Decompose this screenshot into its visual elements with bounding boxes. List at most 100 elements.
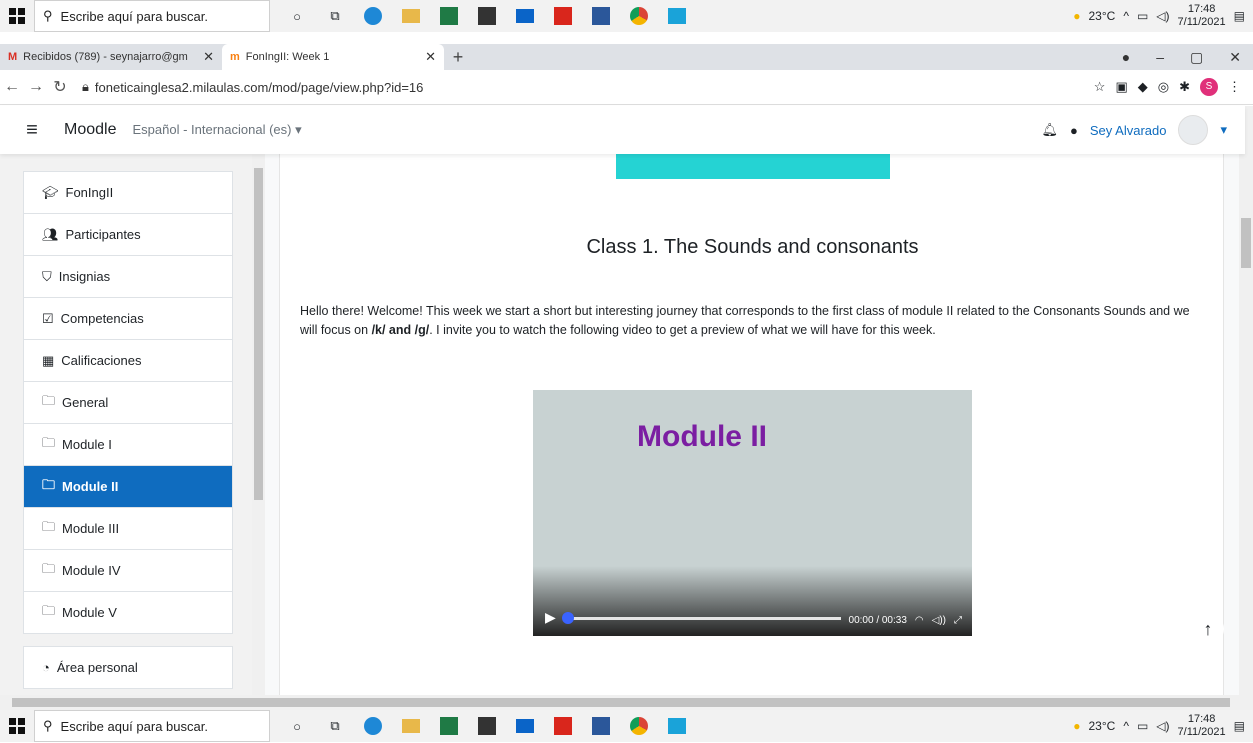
edge-icon[interactable]	[354, 710, 392, 742]
tab-close-icon[interactable]: ✕	[425, 49, 436, 65]
moodle-brand[interactable]: Moodle	[64, 121, 116, 139]
playback-speed-icon[interactable]: ◠	[915, 615, 924, 626]
battery-icon[interactable]: ▭	[1137, 719, 1148, 733]
profile-menu-icon[interactable]: ●	[1122, 49, 1130, 65]
profile-avatar[interactable]: S	[1200, 78, 1218, 96]
weather-icon[interactable]: ●	[1073, 719, 1080, 733]
excel-icon[interactable]	[430, 710, 468, 742]
horizontal-scrollbar-thumb[interactable]	[12, 698, 1230, 707]
weather-icon[interactable]: ●	[1073, 9, 1080, 23]
taskbar-clock[interactable]: 17:48 7/11/2021	[1178, 3, 1226, 29]
taskbar-clock[interactable]: 17:48 7/11/2021	[1178, 713, 1226, 739]
sidebar-item-module-i[interactable]: 🗀︎ Module I	[23, 423, 233, 466]
video-progress-bar[interactable]	[561, 612, 841, 624]
drawer-scrollbar-thumb[interactable]	[254, 168, 263, 500]
excel-icon[interactable]	[430, 0, 468, 32]
back-to-top-button[interactable]: ↑	[1192, 613, 1224, 645]
sidebar-item-module-iii[interactable]: 🗀︎ Module III	[23, 507, 233, 550]
sidebar-item-general[interactable]: 🗀︎ General	[23, 381, 233, 424]
progress-knob[interactable]	[561, 612, 574, 624]
task-view-icon[interactable]: ⧉	[316, 0, 354, 32]
notifications-icon[interactable]: ▤	[1234, 9, 1245, 23]
file-explorer-icon[interactable]	[392, 0, 430, 32]
extensions-puzzle-icon[interactable]: ✱	[1179, 79, 1190, 95]
volume-icon[interactable]: ◁))	[932, 615, 946, 626]
user-name[interactable]: Sey Alvarado	[1090, 123, 1167, 138]
language-menu[interactable]: Español - Internacional (es) ▾	[132, 122, 301, 138]
fullscreen-icon[interactable]: ⤢	[954, 615, 962, 626]
browser-tab-moodle[interactable]: m FonIngII: Week 1 ✕	[222, 44, 444, 70]
weather-temp[interactable]: 23°C	[1089, 719, 1116, 733]
back-icon[interactable]: ←	[0, 78, 24, 96]
bell-icon[interactable]: 🔔︎	[1041, 122, 1058, 138]
sidebar-item-module-iv[interactable]: 🗀︎ Module IV	[23, 549, 233, 592]
sidebar-item-module-ii[interactable]: 🗀︎ Module II	[23, 465, 233, 508]
edge-icon[interactable]	[354, 0, 392, 32]
sidebar-item-insignias[interactable]: ⛉ Insignias	[23, 255, 233, 298]
sidebar-item-module-v[interactable]: 🗀︎ Module V	[23, 591, 233, 634]
sidebar-item-label: Module II	[62, 479, 119, 494]
sidebar-item-area-personal[interactable]: ◔ Área personal	[23, 646, 233, 689]
extension-icon[interactable]: ◆	[1138, 79, 1148, 95]
sidebar-item-calificaciones[interactable]: ▦ Calificaciones	[23, 339, 233, 382]
store-icon[interactable]	[468, 0, 506, 32]
acrobat-icon[interactable]	[544, 710, 582, 742]
message-icon[interactable]: ●	[1070, 123, 1078, 138]
word-icon[interactable]	[582, 0, 620, 32]
bookmark-star-icon[interactable]: ☆	[1094, 79, 1106, 95]
chrome-icon[interactable]	[620, 710, 658, 742]
taskbar-search-box[interactable]: ⚲ Escribe aquí para buscar.	[34, 0, 270, 32]
horizontal-scrollbar[interactable]	[0, 695, 1253, 710]
photos-icon[interactable]	[658, 710, 696, 742]
sidebar-item-foningii[interactable]: 🎓︎ FonIngII	[23, 171, 233, 214]
windows-start-button[interactable]	[0, 0, 34, 32]
clock-time: 17:48	[1187, 3, 1216, 15]
sidebar-item-competencias[interactable]: ☑ Competencias	[23, 297, 233, 340]
maximize-button[interactable]: ▢	[1190, 49, 1203, 66]
play-icon[interactable]: ▶	[545, 609, 556, 626]
tab-close-icon[interactable]: ✕	[203, 49, 214, 65]
page-scrollbar-thumb[interactable]	[1241, 218, 1251, 268]
extension-icon[interactable]: ▣	[1115, 79, 1127, 95]
browser-menu-icon[interactable]: ⋮	[1228, 79, 1241, 95]
chrome-icon[interactable]	[620, 0, 658, 32]
word-icon[interactable]	[582, 710, 620, 742]
store-icon[interactable]	[468, 710, 506, 742]
user-menu-chevron-icon[interactable]: ▾	[1220, 122, 1227, 138]
browser-tab-strip: M Recibidos (789) - seynajarro@gm ✕ m Fo…	[0, 44, 1253, 70]
mail-icon[interactable]	[506, 0, 544, 32]
browser-tab-gmail[interactable]: M Recibidos (789) - seynajarro@gm ✕	[0, 44, 222, 70]
volume-icon[interactable]: ◁)	[1156, 9, 1169, 23]
taskbar-search-box[interactable]: ⚲ Escribe aquí para buscar.	[34, 710, 270, 742]
search-icon: ⚲	[43, 718, 53, 733]
reload-icon[interactable]: ↻	[48, 77, 72, 97]
forward-icon[interactable]: →	[24, 78, 48, 96]
file-explorer-icon[interactable]	[392, 710, 430, 742]
windows-start-button[interactable]	[0, 710, 34, 742]
battery-icon[interactable]: ▭	[1137, 9, 1148, 23]
drawer-scrollbar[interactable]	[252, 154, 265, 695]
acrobat-icon[interactable]	[544, 0, 582, 32]
task-view-icon[interactable]: ⧉	[316, 710, 354, 742]
avatar[interactable]	[1178, 115, 1209, 145]
new-tab-button[interactable]: +	[444, 44, 472, 70]
mail-icon[interactable]	[506, 710, 544, 742]
sidebar-item-label: FonIngII	[65, 185, 114, 200]
cortana-icon[interactable]: ○	[278, 0, 316, 32]
weather-temp[interactable]: 23°C	[1089, 9, 1116, 23]
folder-icon: 🗀︎	[42, 392, 56, 408]
tray-chevron-icon[interactable]: ^	[1123, 9, 1129, 23]
sidebar-item-participantes[interactable]: 👥︎ Participantes	[23, 213, 233, 256]
close-window-button[interactable]: ✕	[1229, 49, 1241, 66]
menu-hamburger-icon[interactable]: ≡	[0, 119, 64, 142]
cortana-icon[interactable]: ○	[278, 710, 316, 742]
minimize-button[interactable]: –	[1156, 49, 1164, 65]
extension-icon[interactable]: ◎	[1158, 79, 1169, 95]
url-field[interactable]: 🔒︎ foneticainglesa2.milaulas.com/mod/pag…	[82, 79, 423, 95]
video-player[interactable]: Module II ▶ 00:00 / 00:33 ◠ ◁)) ⤢	[533, 390, 972, 636]
photos-icon[interactable]	[658, 0, 696, 32]
page-scrollbar[interactable]	[1239, 106, 1253, 695]
volume-icon[interactable]: ◁)	[1156, 719, 1169, 733]
tray-chevron-icon[interactable]: ^	[1123, 719, 1129, 733]
notifications-icon[interactable]: ▤	[1234, 719, 1245, 733]
